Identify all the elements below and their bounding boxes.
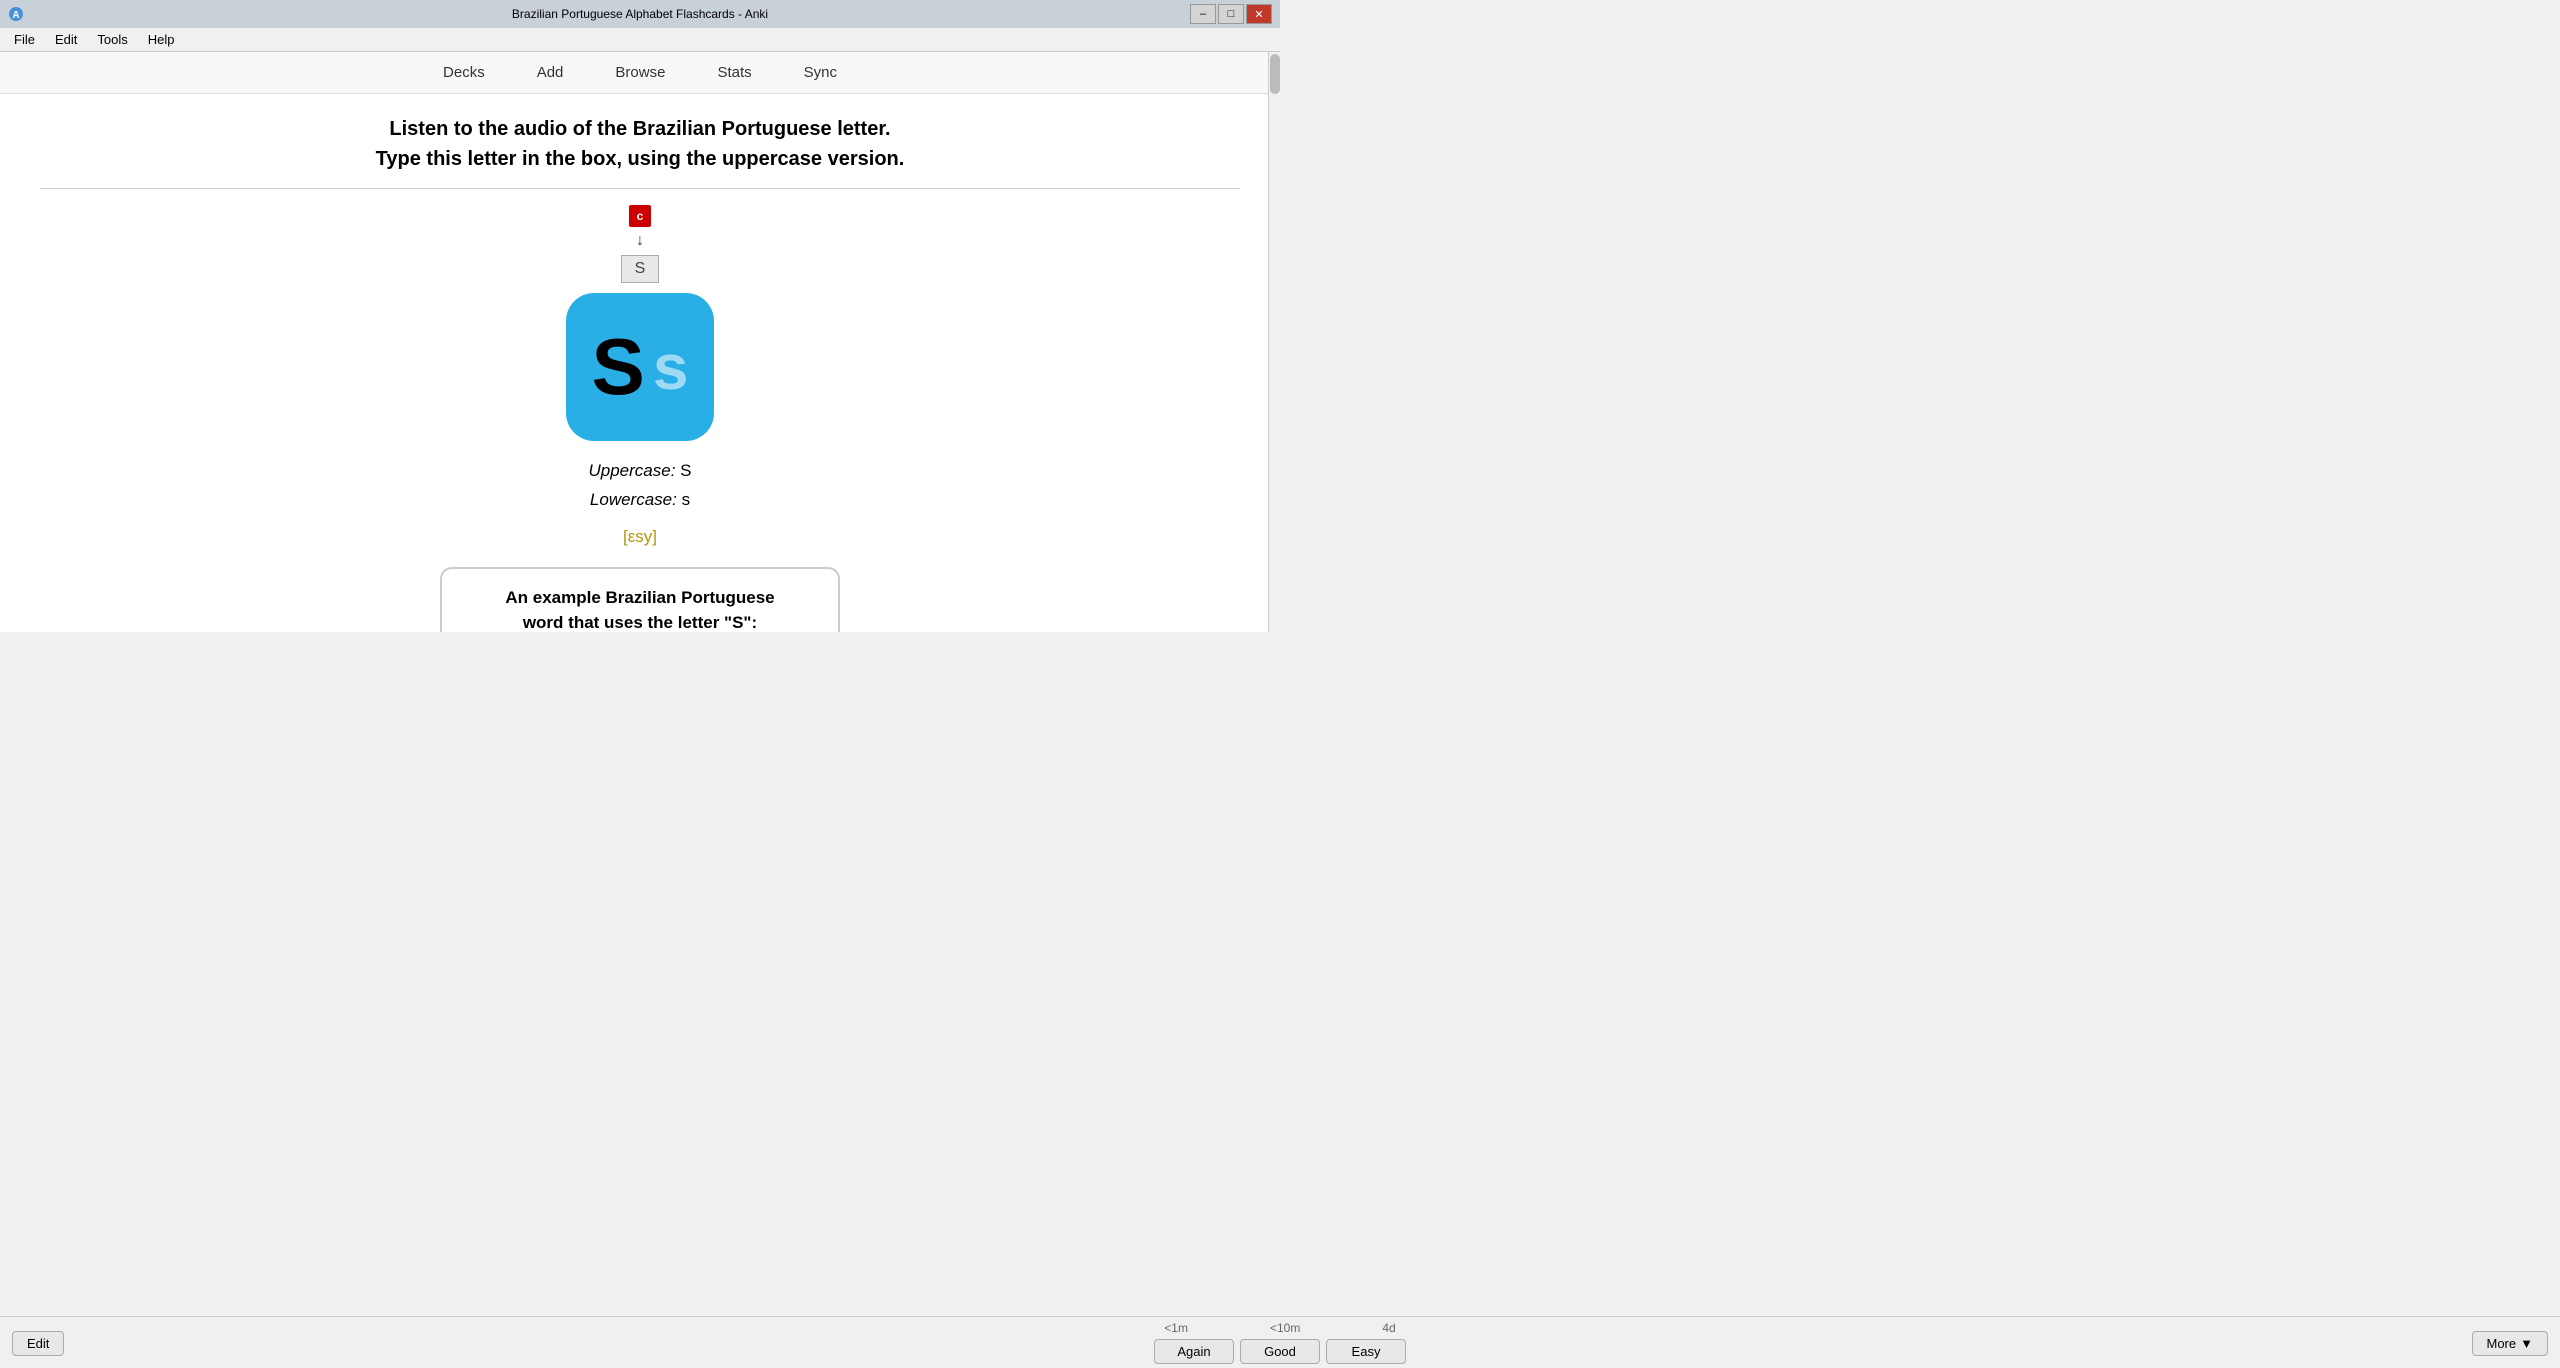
toolbar-browse[interactable]: Browse xyxy=(601,60,679,85)
close-button[interactable]: ✕ xyxy=(1246,4,1272,24)
scrollbar-track[interactable] xyxy=(1268,52,1280,632)
menu-bar: File Edit Tools Help xyxy=(0,28,1280,52)
anki-icon: A xyxy=(8,6,24,22)
menu-help[interactable]: Help xyxy=(138,30,185,49)
menu-edit[interactable]: Edit xyxy=(45,30,87,49)
svg-text:A: A xyxy=(12,10,19,21)
menu-tools[interactable]: Tools xyxy=(87,30,137,49)
divider xyxy=(40,188,1240,189)
arrow-down: ↓ xyxy=(636,233,644,249)
maximize-button[interactable]: □ xyxy=(1218,4,1244,24)
window-title: Brazilian Portuguese Alphabet Flashcards… xyxy=(512,7,768,21)
answer-box: S xyxy=(621,255,659,283)
example-title-line1: An example Brazilian Portuguese xyxy=(466,585,814,611)
toolbar-stats[interactable]: Stats xyxy=(703,60,765,85)
question-text: Listen to the audio of the Brazilian Por… xyxy=(376,114,905,174)
lowercase-label: Lowercase: s xyxy=(588,486,691,515)
toolbar-add[interactable]: Add xyxy=(523,60,578,85)
main-content: Listen to the audio of the Brazilian Por… xyxy=(0,94,1280,632)
letter-tile: S s xyxy=(566,293,714,441)
toolbar-sync[interactable]: Sync xyxy=(790,60,851,85)
instruction-line2: Type this letter in the box, using the u… xyxy=(376,144,905,174)
lowercase-value: s xyxy=(682,490,691,509)
title-bar-controls: – □ ✕ xyxy=(1190,4,1272,24)
phonetic: [εsy] xyxy=(623,527,657,547)
letter-upper: S xyxy=(592,327,645,407)
minimize-button[interactable]: – xyxy=(1190,4,1216,24)
example-title-line2: word that uses the letter "S": xyxy=(466,610,814,632)
toolbar-decks[interactable]: Decks xyxy=(429,60,499,85)
letter-lower: s xyxy=(653,335,689,399)
case-labels: Uppercase: S Lowercase: s xyxy=(588,457,691,515)
input-indicator: c xyxy=(629,205,651,227)
example-title: An example Brazilian Portuguese word tha… xyxy=(466,585,814,632)
uppercase-value: S xyxy=(680,461,691,480)
example-box: An example Brazilian Portuguese word tha… xyxy=(440,567,840,632)
title-bar: A Brazilian Portuguese Alphabet Flashcar… xyxy=(0,0,1280,28)
menu-file[interactable]: File xyxy=(4,30,45,49)
instruction-line1: Listen to the audio of the Brazilian Por… xyxy=(376,114,905,144)
title-bar-left: A xyxy=(8,6,24,22)
toolbar: Decks Add Browse Stats Sync xyxy=(0,52,1280,94)
uppercase-label: Uppercase: S xyxy=(588,457,691,486)
scrollbar-thumb[interactable] xyxy=(1270,54,1280,94)
answer-area: c ↓ S S s Uppercase: S Lowercase: s xyxy=(440,205,840,632)
